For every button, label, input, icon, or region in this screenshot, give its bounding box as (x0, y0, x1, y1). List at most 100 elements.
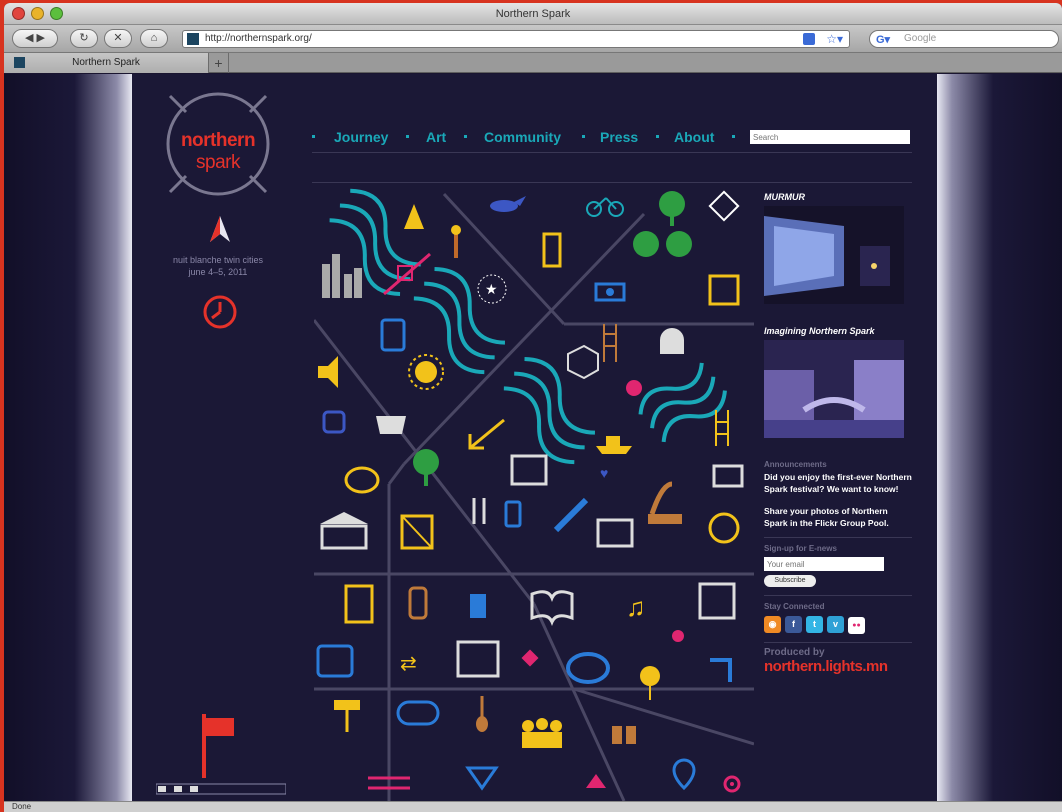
facebook-icon[interactable]: f (785, 615, 802, 633)
boat-icon (596, 436, 632, 454)
calendar-icon (708, 274, 740, 306)
forward-icon[interactable]: ▶ (37, 32, 45, 44)
rss-icon[interactable] (803, 33, 815, 45)
colonnade-icon (510, 454, 548, 486)
nav-separator (732, 135, 735, 138)
nav-journey[interactable]: Journey (334, 129, 388, 145)
stay-connected-heading: Stay Connected (764, 601, 825, 611)
sidebar-rule (764, 594, 912, 596)
address-bar[interactable]: http://northernspark.org/ ☆▾ (182, 30, 850, 48)
tab-bar: Northern Spark + (4, 53, 1062, 73)
imagining-heading: Imagining Northern Spark (764, 326, 875, 336)
compass-arrow-icon (210, 216, 230, 242)
reload-button[interactable]: ↻ (70, 29, 98, 48)
binoculars-icon (612, 726, 636, 744)
stop-button[interactable]: ✕ (104, 29, 132, 48)
subscribe-button[interactable]: Subscribe (764, 574, 816, 587)
tagline-line-2: june 4–5, 2011 (188, 267, 248, 277)
frame-icon (344, 584, 374, 624)
sidebar-rule (764, 641, 912, 643)
ladder-icon (715, 410, 729, 446)
bookmark-star-icon[interactable]: ☆▾ (826, 31, 843, 47)
nav-separator (464, 135, 467, 138)
browser-window: Northern Spark ◀ ▶ ↻ ✕ ⌂ http://northern… (4, 3, 1062, 812)
tree-icon (659, 191, 685, 226)
traffic-cone-icon (404, 204, 424, 229)
river-waves (329, 188, 727, 465)
svg-text:★: ★ (485, 281, 498, 297)
announcement-flickr[interactable]: Share your photos of Northern Spark in t… (764, 505, 912, 529)
imagining-thumbnail[interactable] (764, 340, 904, 438)
site-page: northern spark nuit blanche twin cities … (132, 74, 937, 801)
diamond-icon (708, 190, 740, 222)
page-backdrop-left (4, 74, 132, 801)
search-field[interactable]: G▾ Google (869, 30, 1059, 48)
trees-icon (633, 231, 692, 257)
twitter-icon[interactable]: t (806, 615, 823, 633)
bus-icon (316, 644, 354, 678)
murmur-thumbnail[interactable] (764, 206, 904, 304)
svg-text:⇄: ⇄ (400, 653, 417, 675)
rss-icon[interactable]: ◉ (764, 615, 781, 633)
tab-northern-spark[interactable]: Northern Spark (4, 53, 209, 73)
bird-icon (490, 196, 526, 212)
shovel-icon (476, 696, 488, 732)
nav-art[interactable]: Art (426, 129, 446, 145)
camera-icon (594, 282, 626, 302)
vimeo-icon[interactable]: v (827, 615, 844, 633)
shield-icon (376, 416, 406, 434)
site-logo[interactable]: northern spark (158, 84, 278, 204)
sidebar-rule (764, 537, 912, 538)
flashlight-icon (553, 497, 589, 533)
piano-icon (596, 518, 634, 548)
email-input[interactable] (764, 557, 884, 571)
torch-icon (451, 225, 461, 258)
flag-icon (202, 714, 234, 778)
home-button[interactable]: ⌂ (140, 29, 168, 48)
nav-about[interactable]: About (674, 129, 714, 145)
people-icon (522, 718, 562, 748)
monitor-icon (712, 464, 744, 488)
speaker-icon (318, 356, 338, 388)
produced-by-label: Produced by (764, 646, 825, 658)
sidebar: MURMUR Imagining Northern Spark Announce… (764, 192, 912, 675)
festival-tagline: nuit blanche twin cities june 4–5, 2011 (156, 254, 280, 278)
phone-booth-icon (542, 232, 562, 268)
location-pin-icon (672, 758, 696, 791)
back-icon[interactable]: ◀ (25, 32, 33, 44)
book-icon (530, 590, 574, 627)
clock-icon (203, 295, 237, 329)
search-field-placeholder: Google (904, 33, 937, 44)
illustrated-icon-map: ★ ♥ ♫ ⇄ (314, 188, 754, 801)
nav-press[interactable]: Press (600, 129, 638, 145)
speech-head-icon (322, 410, 346, 434)
nav-underline (312, 152, 912, 153)
nav-separator (312, 135, 315, 138)
city-skyline-icon (322, 254, 362, 298)
title-bar: Northern Spark (4, 3, 1062, 25)
site-search-input[interactable] (750, 130, 910, 144)
tagline-line-1: nuit blanche twin cities (172, 255, 264, 265)
svg-text:♫: ♫ (626, 592, 646, 622)
back-forward-buttons[interactable]: ◀ ▶ (12, 29, 58, 48)
chat-bubble-icon (344, 466, 380, 494)
heart-icon: ♥ (600, 465, 608, 481)
murmur-image (764, 206, 904, 304)
lantern-icon (408, 586, 428, 620)
new-tab-button[interactable]: + (209, 53, 229, 73)
nav-separator (406, 135, 409, 138)
stop-icon: ✕ (113, 32, 123, 44)
site-favicon (187, 33, 199, 45)
window-title: Northern Spark (495, 8, 571, 20)
murmur-heading: MURMUR (764, 192, 805, 202)
tab-label: Northern Spark (72, 57, 140, 68)
producer-logo[interactable]: northern.lights.mn (764, 658, 912, 675)
nav-community[interactable]: Community (484, 129, 561, 145)
triangle-icon (586, 774, 606, 788)
google-icon: G▾ (876, 34, 891, 46)
cube-icon (567, 344, 599, 380)
announcement-feedback[interactable]: Did you enjoy the first-ever Northern Sp… (764, 471, 912, 495)
flickr-icon[interactable]: ●● (848, 616, 865, 634)
plus-gem-icon (521, 649, 539, 667)
swap-arrows-icon: ⇄ (400, 653, 417, 675)
